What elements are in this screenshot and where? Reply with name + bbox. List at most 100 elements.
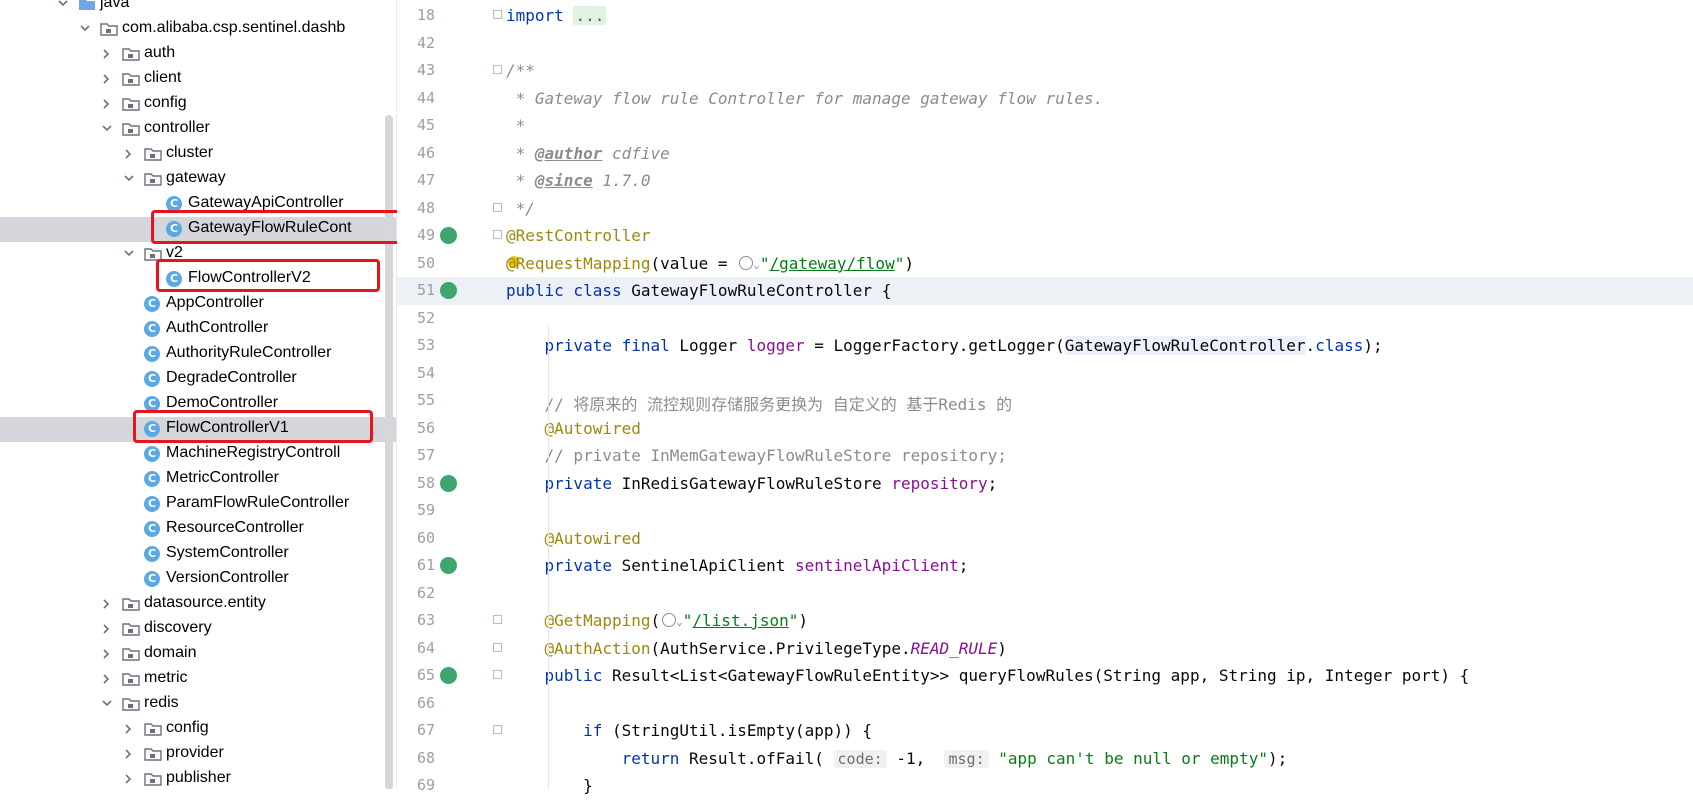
- line-number: 43: [416, 61, 435, 79]
- chevron-right-icon[interactable]: [124, 724, 132, 734]
- code-line-55[interactable]: 55 // 将原来的 流控规则存储服务更换为 自定义的 基于Redis 的: [397, 387, 1693, 415]
- tree-item-authorityrulecontroller[interactable]: C AuthorityRuleController: [0, 342, 396, 367]
- tree-item-datasource-entity[interactable]: datasource.entity: [0, 592, 396, 617]
- tree-item-auth[interactable]: auth: [0, 42, 396, 67]
- autowired-navigate-icon[interactable]: [440, 474, 457, 492]
- fold-toggle-icon[interactable]: [493, 670, 502, 679]
- tree-item-domain[interactable]: domain: [0, 642, 396, 667]
- tree-item-gateway[interactable]: gateway: [0, 167, 396, 192]
- code-line-68[interactable]: 68 return Result.ofFail( code: -1, msg: …: [397, 745, 1693, 773]
- tree-item-degradecontroller[interactable]: C DegradeController: [0, 367, 396, 392]
- code-line-48[interactable]: 48 */: [397, 195, 1693, 223]
- tree-item-metriccontroller[interactable]: C MetricController: [0, 467, 396, 492]
- fold-toggle-icon[interactable]: [493, 615, 502, 624]
- chevron-right-icon[interactable]: [124, 149, 132, 159]
- chevron-right-icon[interactable]: [124, 774, 132, 784]
- tree-item-systemcontroller[interactable]: C SystemController: [0, 542, 396, 567]
- code-line-65[interactable]: 65 public Result<List<GatewayFlowRuleEnt…: [397, 662, 1693, 690]
- chevron-right-icon[interactable]: [102, 49, 110, 59]
- fold-toggle-icon[interactable]: [493, 10, 502, 19]
- code-text: /**: [506, 61, 535, 80]
- code-line-43[interactable]: 43 /**: [397, 57, 1693, 85]
- code-editor[interactable]: 18 import ... 42 43 /** 44 * Gateway flow rul…: [397, 0, 1693, 795]
- chevron-down-icon[interactable]: ⌄: [753, 258, 760, 271]
- code-line-69[interactable]: 69 }: [397, 772, 1693, 800]
- code-line-62[interactable]: 62: [397, 580, 1693, 608]
- spring-bean-icon[interactable]: [440, 227, 457, 244]
- chevron-down-icon[interactable]: [102, 124, 112, 132]
- chevron-down-icon[interactable]: [102, 699, 112, 707]
- code-line-60[interactable]: 60 @Autowired: [397, 525, 1693, 553]
- spring-bean-icon[interactable]: [440, 282, 457, 299]
- chevron-down-icon[interactable]: [124, 174, 134, 182]
- tree-item-redis[interactable]: redis: [0, 692, 396, 717]
- tree-item-publisher[interactable]: publisher: [0, 767, 396, 789]
- code-line-53[interactable]: 53 private final Logger logger = LoggerF…: [397, 332, 1693, 360]
- code-token: ): [997, 638, 1007, 658]
- fold-toggle-icon[interactable]: [493, 202, 502, 212]
- tree-item-metric[interactable]: metric: [0, 667, 396, 692]
- code-line-58[interactable]: 58 private InRedisGatewayFlowRuleStore r…: [397, 470, 1693, 498]
- tree-item-controller[interactable]: controller: [0, 117, 396, 142]
- code-token: Logger: [679, 336, 747, 355]
- code-line-67[interactable]: 67 if (StringUtil.isEmpty(app)) {: [397, 717, 1693, 745]
- code-line-49[interactable]: 49 @RestController: [397, 222, 1693, 250]
- tree-item-paramflowrulecontroller[interactable]: C ParamFlowRuleController: [0, 492, 396, 517]
- line-number: 62: [416, 583, 435, 602]
- code-line-63[interactable]: 63 @GetMapping(⌄"/list.json"): [397, 607, 1693, 635]
- tree-item-config[interactable]: config: [0, 92, 396, 117]
- tree-item-cluster[interactable]: cluster: [0, 142, 396, 167]
- code-line-66[interactable]: 66: [397, 690, 1693, 718]
- chevron-down-icon[interactable]: [124, 249, 134, 257]
- code-text: return Result.ofFail( code: -1, msg: "ap…: [506, 749, 1287, 768]
- autowired-navigate-icon[interactable]: [440, 557, 457, 574]
- tree-item-com-alibaba-csp-sentinel-dashb[interactable]: com.alibaba.csp.sentinel.dashb: [0, 17, 396, 42]
- code-line-61[interactable]: 61 private SentinelApiClient sentinelApi…: [397, 552, 1693, 580]
- code-line-64[interactable]: 64 @AuthAction(AuthService.PrivilegeType…: [397, 635, 1693, 663]
- chevron-right-icon[interactable]: [102, 99, 110, 109]
- tree-item-discovery[interactable]: discovery: [0, 617, 396, 642]
- tree-item-provider[interactable]: provider: [0, 742, 396, 767]
- code-line-51[interactable]: 51 public class GatewayFlowRuleController…: [397, 277, 1693, 305]
- tree-item-resourcecontroller[interactable]: C ResourceController: [0, 517, 396, 542]
- code-line-52[interactable]: 52: [397, 305, 1693, 333]
- fold-toggle-icon[interactable]: [493, 725, 502, 734]
- chevron-down-icon[interactable]: ⌄: [676, 615, 683, 628]
- globe-icon[interactable]: [662, 613, 677, 627]
- code-line-46[interactable]: 46 * @author cdfive: [397, 140, 1693, 168]
- highlight-box-flow-controller-v1: [133, 410, 373, 443]
- tree-item-java[interactable]: java: [0, 0, 396, 17]
- code-token: /list.json: [692, 611, 789, 630]
- code-token: );: [1363, 336, 1383, 355]
- chevron-right-icon[interactable]: [102, 599, 110, 609]
- code-line-57[interactable]: 57 // private InMemGatewayFlowRuleStore …: [397, 442, 1693, 470]
- chevron-right-icon[interactable]: [102, 649, 110, 659]
- tree-item-appcontroller[interactable]: C AppController: [0, 292, 396, 317]
- globe-icon[interactable]: [739, 255, 754, 270]
- code-line-50[interactable]: 50 @RequestMapping(value = ⌄ "/gateway/flo…: [397, 250, 1693, 278]
- chevron-right-icon[interactable]: [102, 74, 110, 84]
- tree-item-authcontroller[interactable]: C AuthController: [0, 317, 396, 342]
- tree-item-versioncontroller[interactable]: C VersionController: [0, 567, 396, 592]
- tree-item-client[interactable]: client: [0, 67, 396, 92]
- chevron-right-icon[interactable]: [102, 674, 110, 684]
- code-line-18[interactable]: 18 import ...: [397, 2, 1693, 30]
- code-line-47[interactable]: 47 * @since 1.7.0: [397, 167, 1693, 195]
- code-line-42[interactable]: 42: [397, 30, 1693, 58]
- code-line-44[interactable]: 44 * Gateway flow rule Controller for ma…: [397, 85, 1693, 113]
- fold-toggle-icon[interactable]: [493, 642, 502, 652]
- chevron-right-icon[interactable]: [124, 749, 132, 759]
- code-line-59[interactable]: 59: [397, 497, 1693, 525]
- tree-item-config[interactable]: config: [0, 717, 396, 742]
- chevron-right-icon[interactable]: [102, 624, 110, 634]
- code-line-54[interactable]: 54: [397, 360, 1693, 388]
- chevron-down-icon[interactable]: [80, 24, 90, 32]
- fold-toggle-icon[interactable]: [493, 65, 502, 74]
- code-line-56[interactable]: 56 @Autowired: [397, 415, 1693, 443]
- fold-toggle-icon[interactable]: [493, 230, 502, 239]
- chevron-down-icon[interactable]: [58, 0, 68, 7]
- code-line-45[interactable]: 45 *: [397, 112, 1693, 140]
- web-endpoint-icon[interactable]: [440, 667, 457, 684]
- tree-item-machineregistrycontroll[interactable]: C MachineRegistryControll: [0, 442, 396, 467]
